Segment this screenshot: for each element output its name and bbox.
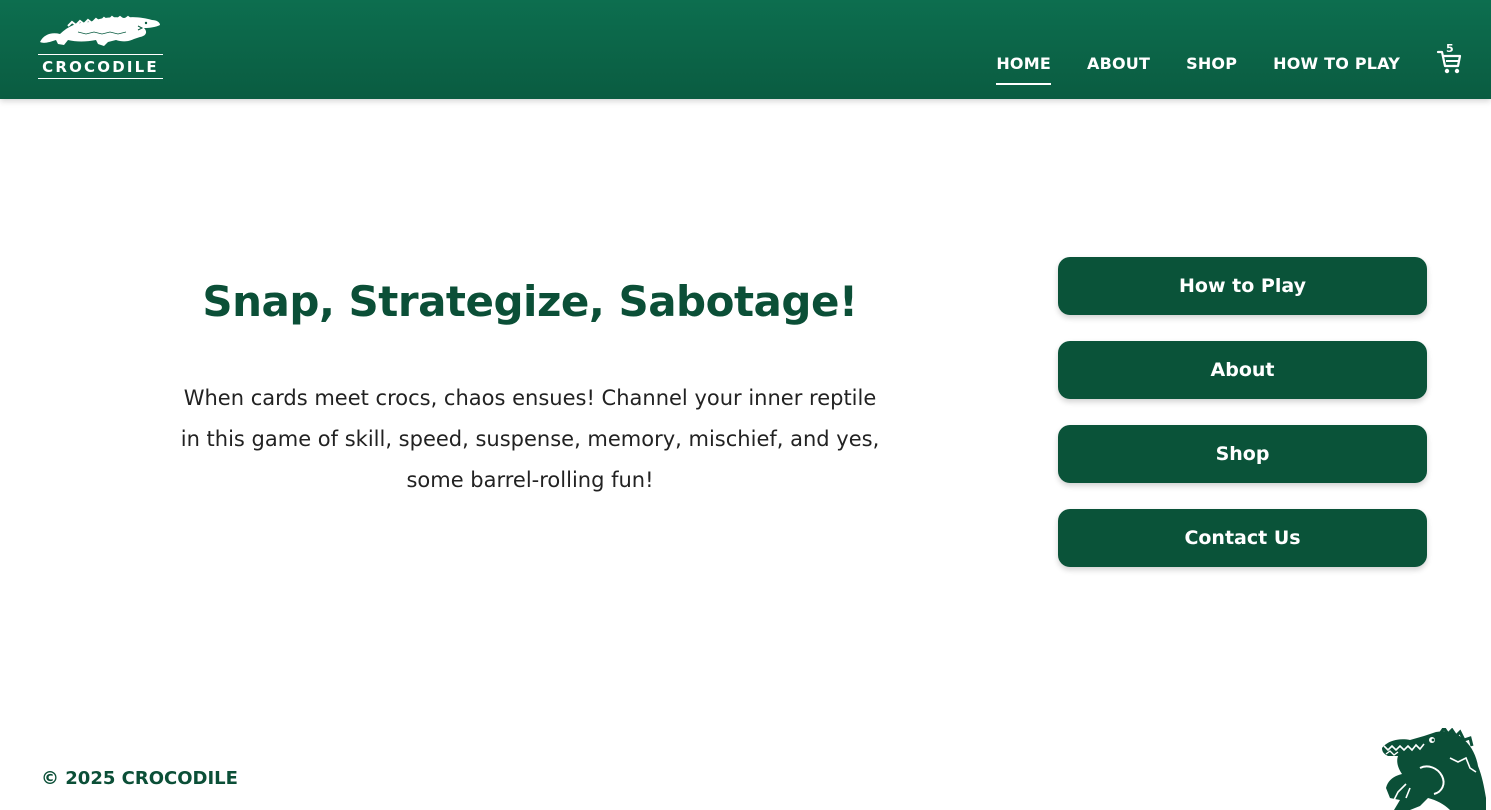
page: CROCODILE HOME ABOUT SHOP HOW TO PLAY 5 … [0, 0, 1491, 810]
site-header: CROCODILE HOME ABOUT SHOP HOW TO PLAY 5 [0, 0, 1491, 99]
side-button-group: How to Play About Shop Contact Us [1058, 257, 1427, 593]
nav-about[interactable]: ABOUT [1087, 52, 1150, 80]
footer-copyright: © 2025 CROCODILE [41, 768, 238, 789]
main-nav: HOME ABOUT SHOP HOW TO PLAY [960, 52, 1400, 85]
logo-rule-bottom [38, 78, 163, 79]
logo-text: CROCODILE [42, 58, 159, 76]
nav-how-to-play[interactable]: HOW TO PLAY [1273, 52, 1400, 80]
shop-button[interactable]: Shop [1058, 425, 1427, 483]
hero-title: Snap, Strategize, Sabotage! [202, 277, 858, 326]
nav-shop[interactable]: SHOP [1186, 52, 1237, 80]
cart-count-badge: 5 [1446, 42, 1454, 55]
nav-home[interactable]: HOME [996, 52, 1051, 85]
crocodile-mascot-icon [1382, 728, 1486, 810]
logo-rule-top [38, 54, 163, 55]
how-to-play-button[interactable]: How to Play [1058, 257, 1427, 315]
logo-link[interactable]: CROCODILE [38, 12, 164, 82]
contact-us-button[interactable]: Contact Us [1058, 509, 1427, 567]
about-button[interactable]: About [1058, 341, 1427, 399]
hero-description: When cards meet crocs, chaos ensues! Cha… [180, 386, 880, 492]
crocodile-logo-icon [40, 15, 160, 46]
